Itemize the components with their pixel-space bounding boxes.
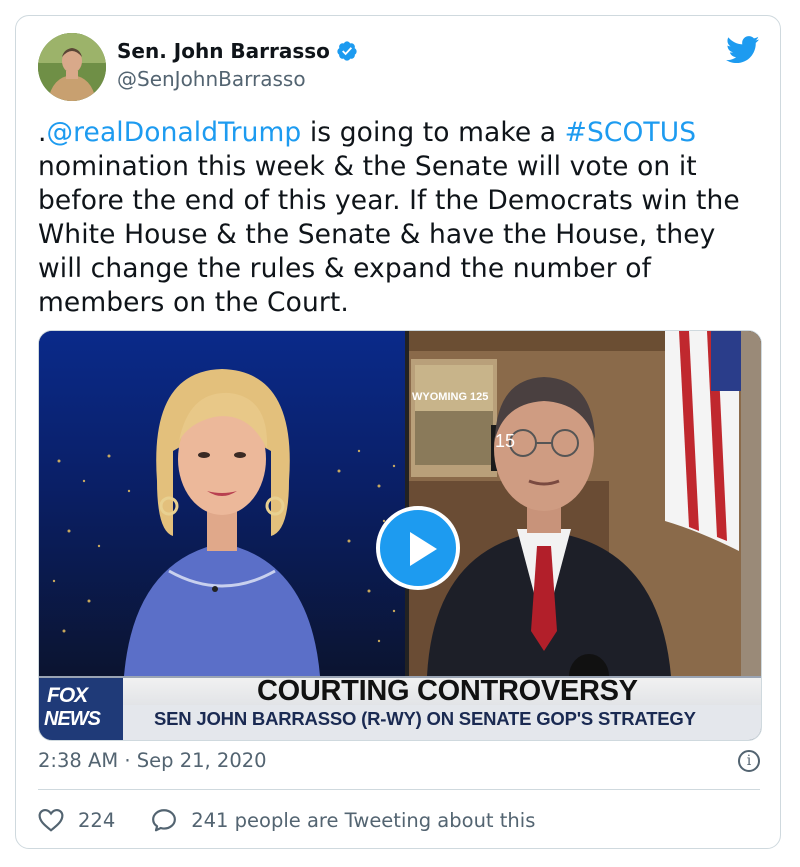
info-icon[interactable]: i <box>738 750 760 772</box>
hashtag-link[interactable]: #SCOTUS <box>565 117 697 148</box>
heart-icon <box>38 808 64 832</box>
like-button[interactable]: 224 <box>38 808 115 832</box>
video-media[interactable]: WYOMING 125 15 FOX NEWS COURTING CONTROV… <box>38 330 762 741</box>
tweet-card[interactable]: Sen. John Barrasso @SenJohnBarrasso .@re… <box>15 15 781 849</box>
poster-text: WYOMING 125 <box>412 391 489 403</box>
chyron-title: COURTING CONTROVERSY <box>257 675 638 707</box>
author-name[interactable]: Sen. John Barrasso <box>117 39 330 63</box>
network-logo-line1: FOX <box>47 684 88 707</box>
engagement-bar: 224 241 people are Tweeting about this <box>38 806 535 834</box>
chyron-subtitle: SEN JOHN BARRASSO (R-WY) ON SENATE GOP'S… <box>154 708 696 729</box>
mention-link[interactable]: @realDonaldTrump <box>47 117 302 148</box>
divider <box>38 789 760 790</box>
tweet-prefix: . <box>38 117 47 148</box>
verified-badge-icon <box>337 41 357 61</box>
conversation-link[interactable]: 241 people are Tweeting about this <box>151 808 535 832</box>
network-logo-line2: NEWS <box>44 708 101 730</box>
plate-text: 15 <box>495 431 516 451</box>
play-button[interactable] <box>376 506 460 590</box>
tweet-text: .@realDonaldTrump is going to make a #SC… <box>38 116 758 320</box>
tweet-text-part1: is going to make a <box>301 117 565 148</box>
tweet-timestamp[interactable]: 2:38 AM · Sep 21, 2020 <box>38 749 267 772</box>
play-icon <box>410 532 437 566</box>
like-count: 224 <box>78 808 116 832</box>
conversation-text: 241 people are Tweeting about this <box>191 808 536 832</box>
twitter-bird-icon[interactable] <box>726 36 760 64</box>
avatar[interactable] <box>38 33 106 101</box>
author-handle[interactable]: @SenJohnBarrasso <box>117 67 306 91</box>
speech-bubble-icon <box>152 809 177 832</box>
tweet-text-part2: nomination this week & the Senate will v… <box>38 151 740 318</box>
